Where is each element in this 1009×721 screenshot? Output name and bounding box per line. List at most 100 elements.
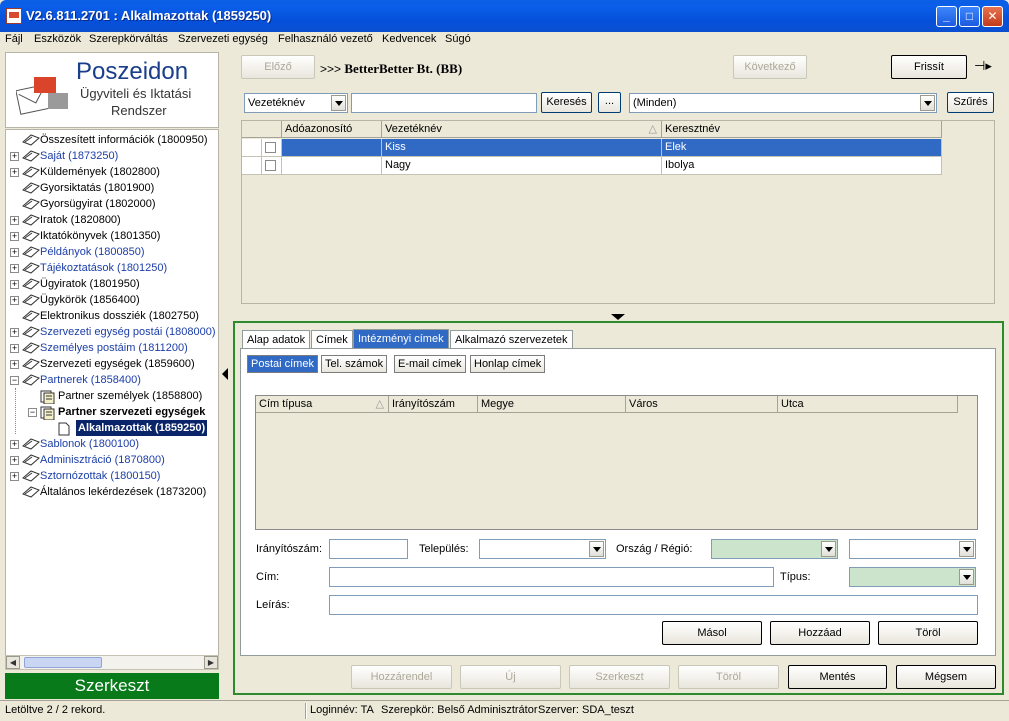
- tree-item[interactable]: Elektronikus dossziék (1802750): [6, 308, 218, 324]
- expand-icon[interactable]: +: [10, 456, 19, 465]
- add-button[interactable]: Hozzáad: [770, 621, 870, 645]
- row-checkbox[interactable]: [262, 157, 282, 175]
- menu-help[interactable]: Súgó: [445, 33, 471, 45]
- save-button[interactable]: Mentés: [788, 665, 887, 689]
- expand-icon[interactable]: +: [10, 216, 19, 225]
- filter-text-input[interactable]: [351, 93, 537, 113]
- tree-item[interactable]: + Tájékoztatások (1801250): [6, 260, 218, 276]
- splitter-down-icon[interactable]: [603, 312, 633, 320]
- minimize-button[interactable]: _: [936, 6, 957, 27]
- tree-item[interactable]: + Ügykörök (1856400): [6, 292, 218, 308]
- tree-item[interactable]: Gyorsügyirat (1802000): [6, 196, 218, 212]
- subtab-postai-cimek[interactable]: Postai címek: [247, 355, 318, 373]
- maximize-button[interactable]: □: [959, 6, 980, 27]
- tab-intezmenyi-cimek[interactable]: Intézményi címek: [353, 329, 449, 349]
- tree-item[interactable]: + Iktatókönyvek (1801350): [6, 228, 218, 244]
- tree-item[interactable]: Partner személyek (1858800): [6, 388, 218, 405]
- tree-item[interactable]: + Szervezeti egységek (1859600): [6, 356, 218, 372]
- tab-alkalmazo-szervezetek[interactable]: Alkalmazó szervezetek: [450, 330, 573, 349]
- menu-favorites[interactable]: Kedvencek: [382, 33, 436, 45]
- collapse-icon[interactable]: −: [28, 408, 37, 417]
- subtab-email-cimek[interactable]: E-mail címek: [394, 355, 466, 373]
- menu-file[interactable]: Fájl: [5, 33, 23, 45]
- addr-header-county[interactable]: Megye: [478, 396, 626, 413]
- grid-header-ado[interactable]: Adóazonosító: [282, 121, 382, 138]
- expand-icon[interactable]: +: [10, 280, 19, 289]
- region-select[interactable]: [849, 539, 976, 559]
- tree-item[interactable]: + Saját (1873250): [6, 148, 218, 164]
- navigation-tree[interactable]: Összesített információk (1800950) + Saját …: [5, 129, 219, 669]
- tab-cimek[interactable]: Címek: [311, 330, 353, 349]
- tree-item[interactable]: Összesített információk (1800950): [6, 132, 218, 148]
- type-select[interactable]: [849, 567, 976, 587]
- table-row-vezetek[interactable]: Kiss: [382, 139, 662, 157]
- tree-item[interactable]: + Személyes postáim (1811200): [6, 340, 218, 356]
- zip-input[interactable]: [329, 539, 408, 559]
- menu-tools[interactable]: Eszközök: [34, 33, 81, 45]
- addr-header-street[interactable]: Utca: [778, 396, 958, 413]
- pin-icon[interactable]: ⊣▸: [974, 58, 992, 74]
- delete-button[interactable]: Töröl: [678, 665, 779, 689]
- next-button[interactable]: Következő: [733, 55, 807, 79]
- grid-header-vezetek[interactable]: Vezetéknév △: [382, 121, 662, 138]
- prev-button[interactable]: Előző: [241, 55, 315, 79]
- table-row-ado[interactable]: [282, 157, 382, 175]
- tree-item[interactable]: Általános lekérdezések (1873200): [6, 484, 218, 500]
- expand-icon[interactable]: +: [10, 248, 19, 257]
- country-select[interactable]: [711, 539, 838, 559]
- filter-field-select[interactable]: Vezetéknév: [244, 93, 348, 113]
- scroll-left-icon[interactable]: ◀: [6, 656, 20, 669]
- tree-item[interactable]: + Ügyiratok (1801950): [6, 276, 218, 292]
- close-button[interactable]: ✕: [982, 6, 1003, 27]
- tree-item[interactable]: − Partner szervezeti egységek: [6, 404, 218, 421]
- tree-item[interactable]: + Adminisztráció (1870800): [6, 452, 218, 468]
- app-icon[interactable]: [6, 8, 22, 24]
- tree-item[interactable]: + Küldemények (1802800): [6, 164, 218, 180]
- grid-header-kereszt[interactable]: Keresztnév: [662, 121, 942, 138]
- edit-button[interactable]: Szerkeszt: [569, 665, 670, 689]
- expand-icon[interactable]: +: [10, 344, 19, 353]
- scroll-thumb[interactable]: [24, 657, 102, 668]
- expand-icon[interactable]: +: [10, 360, 19, 369]
- menu-user-lead[interactable]: Felhasználó vezető: [278, 33, 373, 45]
- copy-button[interactable]: Másol: [662, 621, 762, 645]
- tree-item[interactable]: − Partnerek (1858400): [6, 372, 218, 388]
- chevron-down-icon[interactable]: [331, 95, 346, 111]
- chevron-down-icon[interactable]: [821, 541, 836, 557]
- addr-header-zip[interactable]: Irányítószám: [389, 396, 478, 413]
- subtab-honlap-cimek[interactable]: Honlap címek: [470, 355, 546, 373]
- refresh-button[interactable]: Frissít: [891, 55, 967, 79]
- chevron-down-icon[interactable]: [589, 541, 604, 557]
- scope-select[interactable]: (Minden): [629, 93, 937, 113]
- row-checkbox[interactable]: [262, 139, 282, 157]
- expand-icon[interactable]: +: [10, 232, 19, 241]
- table-row-kereszt[interactable]: Ibolya: [662, 157, 942, 175]
- description-input[interactable]: [329, 595, 978, 615]
- tree-item[interactable]: Alkalmazottak (1859250): [6, 420, 218, 436]
- search-button[interactable]: Keresés: [541, 92, 592, 113]
- expand-icon[interactable]: +: [10, 440, 19, 449]
- addr-header-type[interactable]: Cím típusa △: [256, 396, 389, 413]
- expand-icon[interactable]: +: [10, 168, 19, 177]
- addr-header-city[interactable]: Város: [626, 396, 778, 413]
- grid-header-checkbox[interactable]: [242, 121, 282, 138]
- table-row-kereszt[interactable]: Elek: [662, 139, 942, 157]
- table-row-vezetek[interactable]: Nagy: [382, 157, 662, 175]
- tab-alap-adatok[interactable]: Alap adatok: [242, 330, 311, 349]
- tree-item[interactable]: + Szervezeti egység postái (1808000): [6, 324, 218, 340]
- collapse-icon[interactable]: −: [10, 376, 19, 385]
- filter-apply-button[interactable]: Szűrés: [947, 92, 994, 113]
- chevron-down-icon[interactable]: [959, 541, 974, 557]
- remove-button[interactable]: Töröl: [878, 621, 978, 645]
- edit-mode-button[interactable]: Szerkeszt: [5, 673, 219, 699]
- expand-icon[interactable]: +: [10, 296, 19, 305]
- expand-icon[interactable]: +: [10, 152, 19, 161]
- subtab-tel-szamok[interactable]: Tel. számok: [321, 355, 388, 373]
- tree-item[interactable]: + Sztornózottak (1800150): [6, 468, 218, 484]
- table-row-ado[interactable]: [282, 139, 382, 157]
- tree-item[interactable]: Gyorsiktatás (1801900): [6, 180, 218, 196]
- scroll-right-icon[interactable]: ▶: [204, 656, 218, 669]
- new-button[interactable]: Új: [460, 665, 561, 689]
- tree-item[interactable]: + Sablonok (1800100): [6, 436, 218, 452]
- city-select[interactable]: [479, 539, 606, 559]
